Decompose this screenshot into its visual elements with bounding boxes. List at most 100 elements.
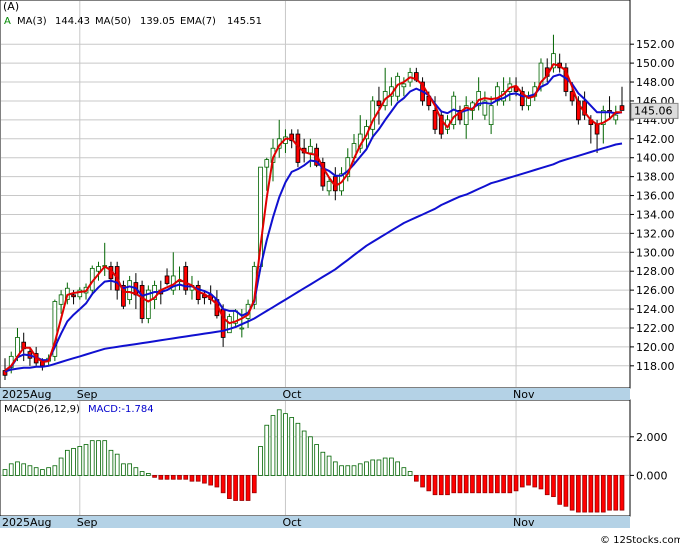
macd-bar-negative (488, 475, 494, 494)
watermark: © 12Stocks.com (600, 535, 680, 546)
macd-bar-positive (339, 465, 344, 476)
macd-bar-positive (276, 409, 282, 476)
price-tick-label: 132.00 (636, 227, 675, 240)
macd-bar-negative (519, 475, 525, 488)
macd-bar-negative (538, 475, 544, 490)
ema7-value: 145.51 (227, 16, 262, 27)
macd-bar-positive (308, 436, 313, 476)
macd-bar-positive (295, 422, 301, 476)
price-tick-label: 126.00 (636, 284, 675, 297)
macd-bar-negative (183, 475, 189, 480)
macd-bar-positive (326, 455, 332, 476)
candle-up (264, 159, 270, 168)
macd-bar-positive (301, 430, 307, 476)
macd-bar-negative (463, 475, 469, 494)
price-tick-label: 120.00 (636, 341, 675, 354)
price-panel (0, 0, 631, 389)
macd-bar-positive (395, 461, 400, 476)
macd-bar-negative (202, 475, 207, 484)
price-tick-label: 150.00 (636, 57, 675, 70)
price-tick-label: 122.00 (636, 322, 675, 335)
macd-bar-positive (40, 469, 45, 476)
ma50-value: 139.05 (140, 16, 175, 27)
price-tick-label: 148.00 (636, 76, 675, 89)
macd-bar-positive (320, 451, 326, 476)
macd-bar-positive (83, 444, 89, 476)
macd-bar-negative (420, 475, 425, 488)
macd-bar-positive (15, 461, 20, 476)
macd-bar-positive (96, 440, 101, 476)
macd-bar-positive (357, 463, 363, 476)
price-tick-label: 134.00 (636, 208, 675, 221)
price-tick-label: 138.00 (636, 171, 675, 184)
candle-down (164, 275, 170, 284)
macd-bar-positive (270, 415, 276, 476)
price-tick-label: 140.00 (636, 152, 675, 165)
macd-bar-negative (451, 475, 457, 494)
macd-bar-negative (544, 475, 550, 496)
candle-down (432, 110, 438, 130)
macd-bar-positive (64, 449, 70, 476)
macd-label: MACD(26,12,9) (4, 404, 80, 415)
macd-bar-positive (146, 473, 151, 476)
macd-bar-positive (401, 467, 407, 476)
macd-bar-negative (227, 475, 232, 499)
price-tick-label: 118.00 (636, 360, 675, 373)
candle-up (96, 266, 101, 272)
macd-bar-positive (376, 459, 382, 476)
macd-bar-negative (470, 475, 475, 494)
candle-down (139, 285, 145, 319)
candle-up (613, 114, 619, 121)
macd-tick-label: 2.000 (636, 431, 668, 444)
symbol-label: (A) (3, 0, 19, 13)
macd-bar-negative (594, 475, 600, 513)
price-tick-label: 152.00 (636, 38, 675, 51)
price-tick-label: 128.00 (636, 265, 675, 278)
macd-bar-positive (364, 461, 369, 476)
macd-bar-negative (239, 475, 245, 501)
candle-up (58, 294, 64, 305)
price-tick-label: 136.00 (636, 190, 675, 203)
macd-tick-label: 0.000 (636, 469, 668, 482)
macd-bar-positive (332, 461, 338, 476)
macd-bar-negative (476, 475, 481, 494)
price-tick-label: 142.00 (636, 133, 675, 146)
macd-bar-negative (576, 475, 581, 513)
macd-bar-positive (77, 446, 83, 476)
x-axis-label: Sep (77, 516, 98, 529)
macd-bar-positive (8, 463, 14, 476)
macd-bar-negative (233, 475, 238, 501)
macd-bar-positive (370, 459, 376, 476)
macd-bar-negative (414, 475, 419, 482)
macd-bar-negative (457, 475, 463, 494)
macd-bar-positive (58, 457, 64, 476)
macd-bar-positive (102, 440, 108, 476)
macd-bar-negative (526, 475, 531, 486)
ma50-label: MA(50) (95, 16, 131, 27)
candle-down (71, 294, 76, 298)
last-price-value: 145.06 (634, 104, 673, 117)
macd-bar-positive (351, 465, 357, 476)
macd-bar-positive (27, 465, 33, 476)
macd-bar-negative (557, 475, 563, 505)
macd-bar-negative (438, 475, 444, 496)
candle-up (488, 105, 494, 125)
macd-bar-positive (314, 444, 319, 476)
macd-bar-positive (139, 471, 145, 476)
ema7-label: EMA(7) (180, 16, 216, 27)
macd-y-axis: 2.000 0.000 (630, 431, 668, 482)
x-axis-label: Nov (513, 516, 535, 529)
macd-bar-positive (52, 465, 58, 476)
macd-bar-negative (189, 475, 195, 482)
legend-marker: A (4, 16, 11, 27)
macd-bar-positive (2, 469, 8, 476)
macd-bar-positive (407, 471, 413, 476)
macd-bar-negative (245, 475, 251, 501)
macd-bar-negative (513, 475, 519, 492)
macd-bar-negative (158, 475, 164, 480)
macd-bar-negative (582, 475, 587, 513)
macd-bar-positive (114, 453, 120, 476)
macd-bar-negative (532, 475, 538, 488)
x-axis-label: 2025Aug (2, 388, 51, 401)
macd-bar-positive (264, 424, 270, 476)
